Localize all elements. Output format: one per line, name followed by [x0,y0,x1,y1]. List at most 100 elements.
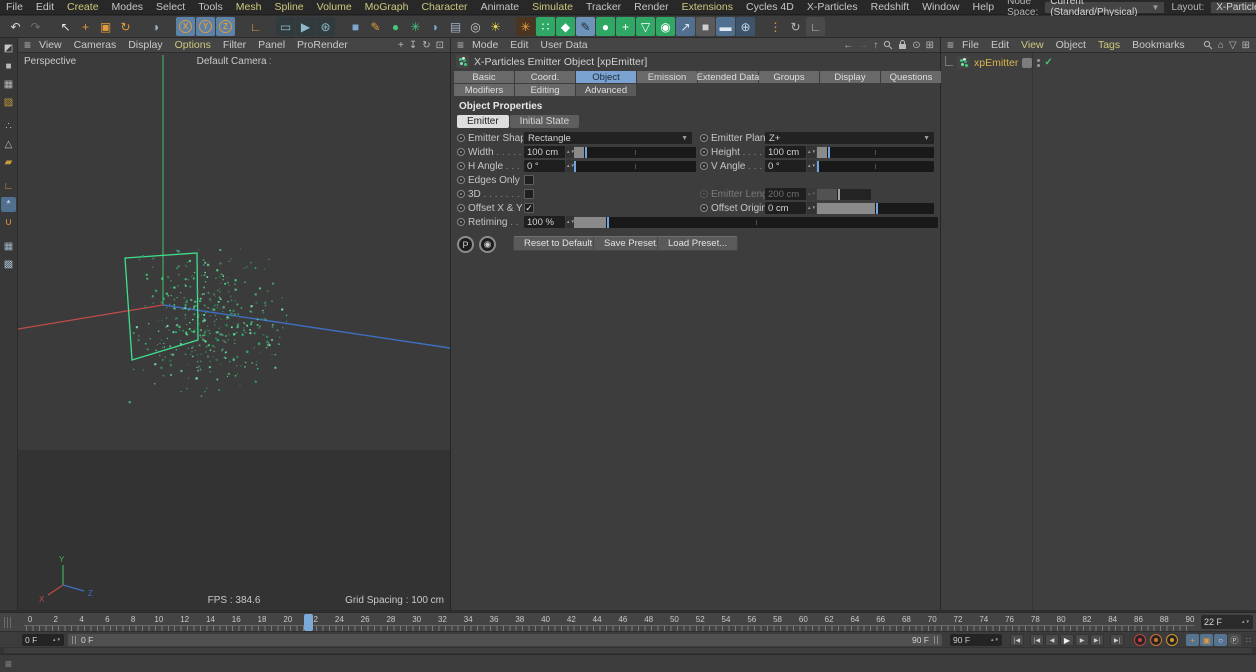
scrollbar-handle[interactable] [4,648,1252,653]
horizontal-scrollbar[interactable] [0,647,1256,654]
3d-checkbox[interactable] [524,189,534,199]
undo-icon[interactable]: ↶ [6,17,25,36]
timeline-ruler[interactable]: 0 2 4 6 8 10 12 14 16 18 20 22 24 26 28 30 32 34 36 38 40 42 4… [0,612,1256,631]
anim-dot[interactable] [700,162,708,170]
visibility-dots[interactable] [1037,58,1041,67]
subtab-initial-state[interactable]: Initial State [509,115,580,128]
menu-extensions[interactable]: Extensions [682,1,733,13]
offset-origin-input[interactable]: 0 cm [765,202,806,214]
object-manager-menu-icon[interactable]: ≡ [947,38,954,52]
anim-dot[interactable] [457,134,465,142]
lock-icon[interactable] [898,40,907,50]
history-back-icon[interactable]: ← [843,40,853,51]
viewport-canvas[interactable]: Y X Z Perspective Default Camera ⁚ FPS :… [18,53,450,610]
tab-extended-data[interactable]: Extended Data [697,71,759,83]
search-icon[interactable] [883,40,893,50]
xp-logo-button[interactable]: P [457,236,474,253]
spinner[interactable]: ▲▼ [807,202,816,214]
menu-edit[interactable]: Edit [36,1,54,13]
menu-spline[interactable]: Spline [274,1,303,13]
retiming-slider[interactable] [574,217,938,228]
move-tool-icon[interactable]: + [76,17,95,36]
goto-start-button[interactable]: |◀ [1010,634,1024,646]
offset-xy-checkbox[interactable] [524,203,534,213]
fields-icon[interactable]: ◗ [426,17,445,36]
tab-object[interactable]: Object [576,71,636,83]
workplane-lock-icon[interactable]: ▩ [1,257,16,272]
spinner[interactable]: ▲▼ [52,637,61,642]
light-icon[interactable]: ☀ [486,17,505,36]
keyframe-selection-button[interactable] [1166,634,1178,646]
layer-toggle[interactable] [1022,57,1033,68]
previous-frame-button[interactable]: ◀ [1045,634,1059,646]
menu-window[interactable]: Window [922,1,959,13]
uv-mesh-icon[interactable]: ▨ [1,95,16,110]
viewport-menu-options[interactable]: Options [175,39,211,51]
menu-file[interactable]: File [6,1,23,13]
keying-pla-toggle[interactable]: ∷ [1242,634,1255,646]
xp-cross-icon[interactable]: + [616,17,635,36]
menu-mesh[interactable]: Mesh [236,1,262,13]
range-grip-right[interactable] [934,636,938,644]
xp-emitter-icon[interactable]: ✳ [516,17,535,36]
pan-view-icon[interactable]: + [398,40,404,51]
object-name[interactable]: xpEmitter [974,57,1018,69]
h-angle-slider[interactable] [574,161,696,172]
xp-cache-icon[interactable]: ◆ [556,17,575,36]
workplane-icon[interactable]: ∟ [806,17,825,36]
camera-label[interactable]: Default Camera ⁚ [18,56,450,67]
anim-dot[interactable] [457,176,465,184]
viewport-menu-icon[interactable]: ≡ [24,38,31,52]
subtab-emitter[interactable]: Emitter [457,115,509,128]
menu-tools[interactable]: Tools [198,1,223,13]
viewport-menu-view[interactable]: View [39,39,62,51]
magnet-snap-icon[interactable]: ∪ [1,215,16,230]
viewport-menu-filter[interactable]: Filter [223,39,246,51]
make-editable-icon[interactable]: ◩ [1,41,16,56]
menu-volume[interactable]: Volume [317,1,352,13]
h-angle-input[interactable]: 0 ° [524,160,565,172]
preview-range-slider[interactable]: 0 F 90 F [68,634,942,646]
retiming-input[interactable]: 100 % [524,216,565,228]
offset-origin-slider[interactable] [817,203,934,214]
coord-system-icon[interactable]: ∟ [246,17,265,36]
menu-simulate[interactable]: Simulate [532,1,573,13]
floor-sky-icon[interactable]: ▤ [446,17,465,36]
previous-key-button[interactable]: |◀ [1030,634,1044,646]
spinner[interactable]: ▲▼ [807,146,816,158]
search-icon[interactable] [1203,40,1213,50]
anim-dot[interactable] [700,134,708,142]
height-slider[interactable] [817,147,934,158]
keying-rotation-toggle[interactable]: ○ [1214,634,1227,646]
play-button[interactable]: ▶ [1060,634,1074,646]
tab-questions[interactable]: Questions [881,71,941,83]
tab-groups[interactable]: Groups [759,71,819,83]
attribute-menu-mode[interactable]: Mode [472,39,498,51]
generators-icon[interactable]: ● [386,17,405,36]
current-frame-field[interactable]: 22 F ▲▼ [1201,615,1253,629]
emitter-shape-select[interactable]: Rectangle ▼ [524,132,692,144]
object-menu-view[interactable]: View [1021,39,1044,51]
autokey-button[interactable] [1150,634,1162,646]
enabled-check-icon[interactable]: ✓ [1044,57,1052,68]
xp-sphere-icon[interactable]: ● [596,17,615,36]
menu-render[interactable]: Render [634,1,668,13]
menu-create[interactable]: Create [67,1,99,13]
new-panel-icon[interactable]: ⊞ [1242,40,1250,51]
tab-emission[interactable]: Emission [637,71,697,83]
anim-dot[interactable] [457,190,465,198]
menu-animate[interactable]: Animate [481,1,520,13]
tab-coord[interactable]: Coord. [515,71,575,83]
menu-help[interactable]: Help [973,1,995,13]
viewport-menu-panel[interactable]: Panel [258,39,285,51]
xp-target-icon[interactable]: ⊕ [736,17,755,36]
xp-leaf-icon[interactable]: ◉ [656,17,675,36]
render-view-icon[interactable]: ▭ [276,17,295,36]
axis-mode-icon[interactable]: ∟ [1,179,16,194]
xp-editor-icon[interactable]: ✎ [576,17,595,36]
xp-slab-icon[interactable]: ▬ [716,17,735,36]
anim-dot[interactable] [457,148,465,156]
workplane-grid-icon[interactable]: ▦ [1,239,16,254]
anim-dot[interactable] [700,148,708,156]
edges-only-checkbox[interactable] [524,175,534,185]
